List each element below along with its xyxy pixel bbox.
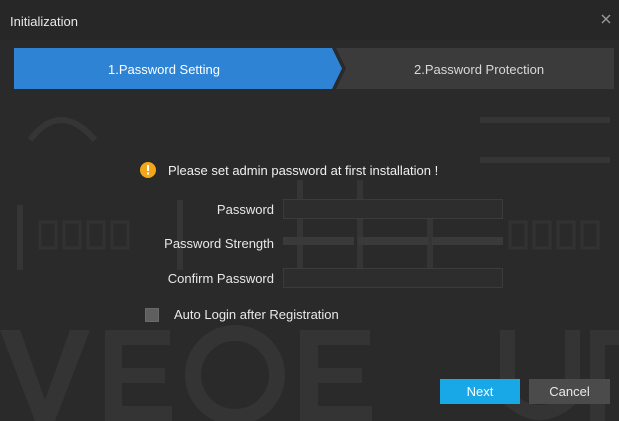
auto-login-label: Auto Login after Registration — [174, 307, 339, 322]
initialization-dialog: Initialization 1.Password Setting 2.Pass… — [0, 0, 619, 421]
wizard-steps: 1.Password Setting 2.Password Protection — [14, 48, 614, 89]
next-button[interactable]: Next — [440, 379, 520, 404]
strength-segment-weak — [283, 237, 354, 245]
password-strength-label: Password Strength — [164, 236, 274, 251]
step-password-setting: 1.Password Setting — [108, 62, 221, 77]
cancel-button[interactable]: Cancel — [529, 379, 610, 404]
first-install-notice: Please set admin password at first insta… — [140, 161, 438, 179]
title-bar: Initialization — [0, 0, 619, 40]
strength-segment-medium — [357, 237, 429, 245]
password-label: Password — [216, 202, 274, 217]
confirm-password-input[interactable] — [283, 268, 503, 288]
password-input[interactable] — [283, 199, 503, 219]
auto-login-checkbox[interactable] — [145, 307, 159, 322]
password-strength-meter — [283, 237, 504, 245]
auto-login-option[interactable]: Auto Login after Registration — [145, 307, 339, 322]
window-title: Initialization — [10, 14, 78, 29]
warning-icon — [140, 162, 156, 178]
confirm-password-label: Confirm Password — [167, 271, 274, 286]
step-password-protection: 2.Password Protection — [414, 62, 545, 77]
strength-segment-strong — [432, 237, 504, 245]
notice-text: Please set admin password at first insta… — [168, 162, 439, 178]
close-icon[interactable] — [597, 10, 615, 28]
